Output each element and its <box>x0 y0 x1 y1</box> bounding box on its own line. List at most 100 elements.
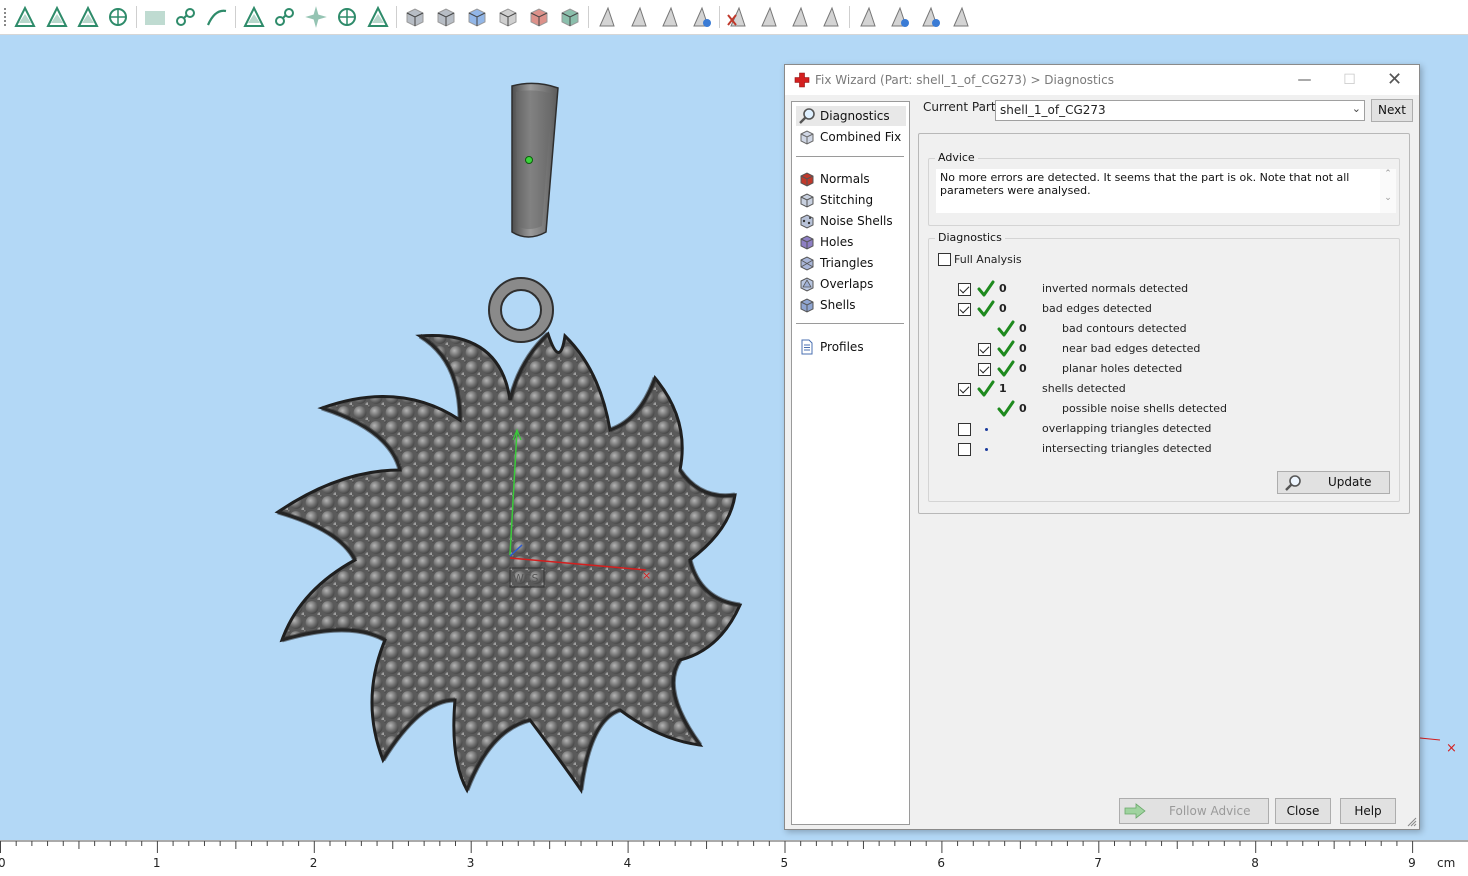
pendant-loop <box>488 277 554 343</box>
full-analysis-label: Full Analysis <box>954 253 1022 266</box>
measure-radius-icon[interactable] <box>918 5 942 29</box>
overlaps-icon <box>800 277 814 292</box>
unmark-icon[interactable] <box>726 5 750 29</box>
chevron-down-icon: ⌄ <box>1351 102 1361 115</box>
mark-icon[interactable] <box>595 5 619 29</box>
diagnostic-checkbox[interactable] <box>958 283 971 296</box>
view-solid-icon[interactable] <box>558 5 582 29</box>
select-flood-icon[interactable] <box>242 5 266 29</box>
scroll-down-icon[interactable]: ⌄ <box>1380 193 1396 203</box>
diagnostic-checkbox[interactable] <box>958 383 971 396</box>
diagnostic-count: 0 <box>1019 362 1027 375</box>
toolbar-grip[interactable] <box>4 8 6 28</box>
mark-invert-icon[interactable] <box>757 5 781 29</box>
diagnostic-checkbox[interactable] <box>958 423 971 436</box>
mark-shrink-icon[interactable] <box>819 5 843 29</box>
normals-icon <box>800 172 814 187</box>
nav-item-label: Triangles <box>820 256 874 270</box>
mark-expand-icon[interactable] <box>788 5 812 29</box>
select-surface-icon[interactable] <box>45 5 69 29</box>
select-sphere-icon[interactable] <box>335 5 359 29</box>
minimize-icon[interactable]: — <box>1282 65 1327 95</box>
nav-item-noise-shells[interactable]: Noise Shells <box>796 211 906 231</box>
select-triangle-icon[interactable] <box>13 5 37 29</box>
diagnostic-label: shells detected <box>1042 382 1126 395</box>
nav-item-holes[interactable]: Holes <box>796 232 906 252</box>
measure-angle-icon[interactable] <box>887 5 911 29</box>
diagnostic-checkbox[interactable] <box>978 343 991 356</box>
view-render-icon[interactable] <box>527 5 551 29</box>
diagnostic-count: 0 <box>1019 342 1027 355</box>
diagnostic-checkbox[interactable] <box>958 303 971 316</box>
help-button[interactable]: Help <box>1340 798 1396 824</box>
select-curve-icon[interactable] <box>76 5 100 29</box>
nav-item-label: Noise Shells <box>820 214 893 228</box>
diagnostic-checkbox[interactable] <box>978 363 991 376</box>
update-button[interactable]: Update <box>1277 471 1390 494</box>
select-plane-icon[interactable] <box>143 5 167 29</box>
fix-wizard-dialog: Fix Wizard (Part: shell_1_of_CG273) > Di… <box>784 64 1420 830</box>
mark-surface-icon[interactable] <box>658 5 682 29</box>
svg-text:×: × <box>642 569 651 582</box>
wizard-nav-panel: Diagnostics Combined Fix Normals Stitchi… <box>791 101 910 825</box>
advice-scrollbar[interactable]: ⌃ ⌄ <box>1380 169 1396 213</box>
nav-item-combined-fix[interactable]: Combined Fix <box>796 127 906 147</box>
view-front-icon[interactable] <box>403 5 427 29</box>
nav-item-profiles[interactable]: Profiles <box>796 337 906 357</box>
diagnostics-title: Diagnostics <box>935 231 1005 244</box>
nav-item-shells[interactable]: Shells <box>796 295 906 315</box>
ruler-tick-label: 3 <box>466 856 475 870</box>
diagnostic-count: 1 <box>999 382 1007 395</box>
diagnostic-label: bad contours detected <box>1062 322 1187 335</box>
combined-fix-icon <box>800 130 814 145</box>
nav-item-stitching[interactable]: Stitching <box>796 190 906 210</box>
resize-grip-icon[interactable] <box>1407 817 1417 827</box>
scroll-up-icon[interactable]: ⌃ <box>1380 169 1396 179</box>
diagnostics-group: Diagnostics Full Analysis 0 inverted norm… <box>928 231 1400 502</box>
view-wire-icon[interactable] <box>496 5 520 29</box>
ruler-tick-label: 1 <box>152 856 161 870</box>
measure-icon[interactable] <box>856 5 880 29</box>
mark-plane-icon[interactable] <box>627 5 651 29</box>
select-brush-icon[interactable] <box>366 5 390 29</box>
pendant-bail <box>511 82 559 238</box>
select-all-icon[interactable] <box>304 5 328 29</box>
dialog-titlebar[interactable]: Fix Wizard (Part: shell_1_of_CG273) > Di… <box>785 65 1419 95</box>
follow-advice-button[interactable]: Follow Advice <box>1119 798 1269 824</box>
select-shell-icon[interactable] <box>106 5 130 29</box>
maximize-icon[interactable]: ☐ <box>1327 65 1372 95</box>
mark-shell-icon[interactable] <box>689 5 713 29</box>
nav-item-triangles[interactable]: Triangles <box>796 253 906 273</box>
bottom-ruler: 0 1 2 3 4 5 6 7 8 9 cm <box>0 840 1468 876</box>
nav-item-label: Diagnostics <box>820 109 890 123</box>
main-toolbar <box>0 0 1468 35</box>
select-connected-icon[interactable] <box>174 5 198 29</box>
view-iso-icon[interactable] <box>465 5 489 29</box>
advice-group: Advice No more errors are detected. It s… <box>928 151 1400 226</box>
follow-advice-label: Follow Advice <box>1169 804 1251 818</box>
checkmark-icon <box>997 320 1015 337</box>
measure-clear-icon[interactable] <box>949 5 973 29</box>
diagnostic-checkbox[interactable] <box>958 443 971 456</box>
diagnostic-label: bad edges detected <box>1042 302 1152 315</box>
close-icon[interactable]: ✕ <box>1372 65 1417 95</box>
view-top-icon[interactable] <box>434 5 458 29</box>
select-edge-icon[interactable] <box>205 5 229 29</box>
ruler-tick-label: 5 <box>780 856 789 870</box>
nav-item-label: Stitching <box>820 193 874 207</box>
triangles-icon <box>800 256 814 271</box>
not-analysed-dot-icon <box>985 448 988 451</box>
current-part-dropdown[interactable]: shell_1_of_CG273 ⌄ <box>995 100 1365 121</box>
green-arrow-icon <box>1124 803 1146 819</box>
nav-item-overlaps[interactable]: Overlaps <box>796 274 906 294</box>
diagnostics-panel: Advice No more errors are detected. It s… <box>918 133 1410 514</box>
toolbar-separator <box>719 6 720 28</box>
nav-item-normals[interactable]: Normals <box>796 169 906 189</box>
svg-text:×: × <box>1446 741 1457 756</box>
toolbar-separator <box>396 6 397 28</box>
select-shell-region-icon[interactable] <box>273 5 297 29</box>
nav-item-diagnostics[interactable]: Diagnostics <box>796 106 906 126</box>
full-analysis-checkbox[interactable] <box>938 253 951 266</box>
close-button[interactable]: Close <box>1275 798 1331 824</box>
next-button[interactable]: Next <box>1371 99 1413 122</box>
